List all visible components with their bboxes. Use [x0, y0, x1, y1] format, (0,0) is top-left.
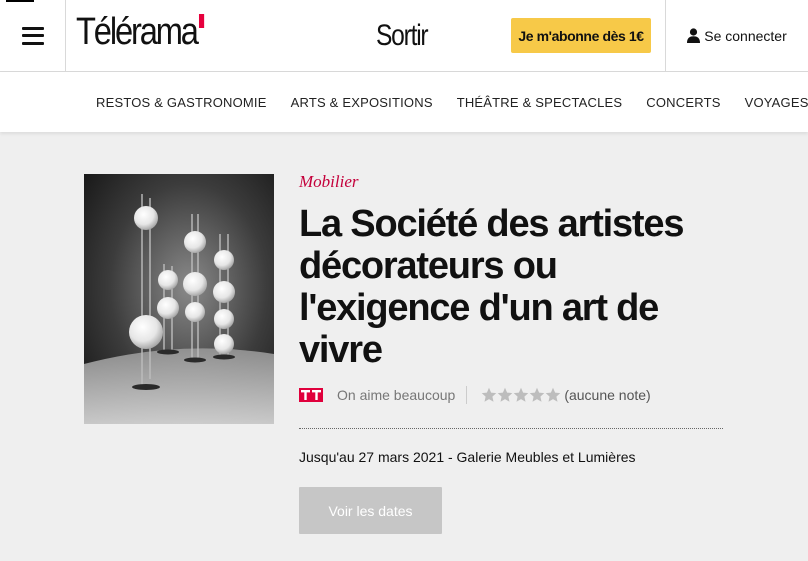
logo-text: Télérama	[76, 11, 199, 53]
nav-item-restos[interactable]: RESTOS & GASTRONOMIE	[96, 95, 267, 110]
event-dates-venue: Jusqu'au 27 mars 2021 - Galerie Meubles …	[299, 449, 636, 465]
critic-rating-logo	[299, 388, 323, 402]
nav-item-theatre[interactable]: THÉÂTRE & SPECTACLES	[457, 95, 623, 110]
article-image[interactable]	[84, 174, 274, 424]
tt-icon	[301, 390, 321, 400]
nav-item-voyages[interactable]: VOYAGES	[745, 95, 808, 110]
star-icon[interactable]	[513, 387, 529, 403]
star-icon[interactable]	[545, 387, 561, 403]
section-divider	[299, 428, 723, 429]
article-category[interactable]: Mobilier	[299, 172, 359, 192]
star-icon[interactable]	[481, 387, 497, 403]
subscribe-button[interactable]: Je m'abonne dès 1€	[511, 18, 651, 53]
reader-rating-stars[interactable]	[481, 387, 561, 403]
user-icon	[687, 28, 701, 43]
star-icon[interactable]	[529, 387, 545, 403]
reader-rating-text: (aucune note)	[564, 387, 651, 403]
star-icon[interactable]	[497, 387, 513, 403]
menu-accent-bar	[6, 0, 34, 2]
rating-row: On aime beaucoup (aucune note)	[299, 383, 723, 407]
critic-appreciation: On aime beaucoup	[337, 387, 456, 403]
lamps-photo	[84, 174, 274, 424]
hamburger-icon[interactable]	[21, 26, 44, 45]
site-header: Télérama Sortir Je m'abonne dès 1€ Se co…	[0, 0, 808, 72]
login-button[interactable]: Se connecter	[665, 0, 808, 71]
article-title: La Société des artistes décorateurs ou l…	[299, 203, 684, 371]
telerama-logo[interactable]: Télérama	[76, 12, 204, 52]
see-dates-button[interactable]: Voir les dates	[299, 487, 442, 534]
logo-mark	[198, 14, 204, 28]
nav-item-concerts[interactable]: CONCERTS	[646, 95, 720, 110]
nav-item-arts[interactable]: ARTS & EXPOSITIONS	[291, 95, 433, 110]
menu-button[interactable]	[0, 0, 66, 71]
category-nav: RESTOS & GASTRONOMIE ARTS & EXPOSITIONS …	[0, 72, 808, 132]
login-label: Se connecter	[704, 27, 787, 44]
rating-divider	[466, 386, 468, 404]
section-title[interactable]: Sortir	[376, 18, 429, 54]
